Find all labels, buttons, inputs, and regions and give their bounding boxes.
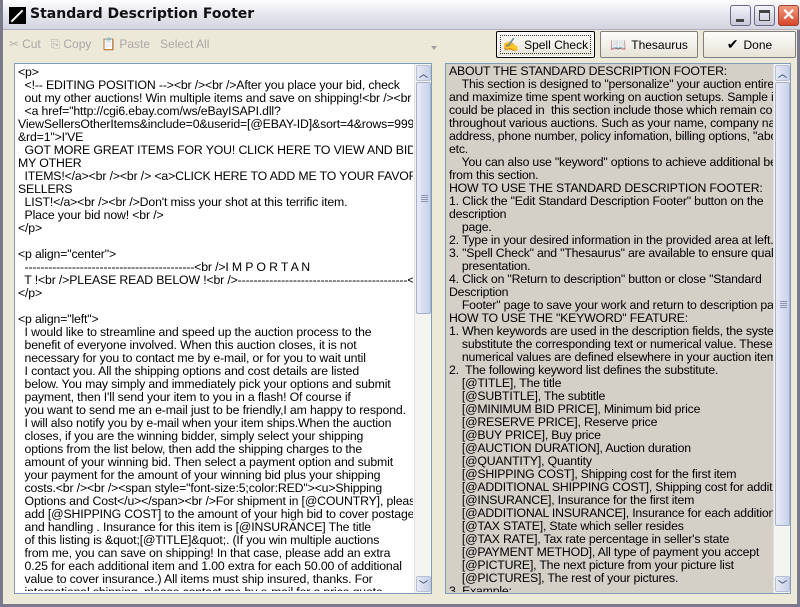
editor-scrollbar[interactable]: ︿ ﹀ <box>414 64 431 593</box>
cut-label: Cut <box>22 37 41 51</box>
close-button[interactable]: ✕ <box>778 5 799 26</box>
chevron-down-icon: ﹀ <box>418 579 428 590</box>
app-icon <box>9 7 26 24</box>
thesaurus-label: Thesaurus <box>631 37 688 52</box>
chevron-up-icon: ︿ <box>777 68 787 79</box>
spell-check-button[interactable]: ✍ Spell Check <box>496 31 595 58</box>
copy-button[interactable]: ⎘ Copy <box>51 37 92 52</box>
scroll-thumb[interactable] <box>775 82 790 526</box>
close-icon: ✕ <box>782 7 796 24</box>
cut-button[interactable]: ✂ Cut <box>9 37 41 51</box>
select-all-button[interactable]: Select All <box>160 37 209 51</box>
dialog-window: Standard Description Footer ✕ ✂ Cut ⎘ Co… <box>0 0 800 607</box>
edit-toolbar: ✂ Cut ⎘ Copy 📋 Paste Select All <box>9 33 219 55</box>
spell-check-label: Spell Check <box>524 37 589 52</box>
help-scrollbar[interactable]: ︿ ﹀ <box>773 64 790 593</box>
paste-icon: 📋 <box>101 37 117 51</box>
scroll-up-button[interactable]: ︿ <box>416 65 431 81</box>
window-title: Standard Description Footer <box>30 6 255 22</box>
chevron-up-icon: ︿ <box>418 68 428 79</box>
help-panel: ABOUT THE STANDARD DESCRIPTION FOOTER: T… <box>445 63 791 594</box>
scroll-down-button[interactable]: ﹀ <box>775 576 790 592</box>
minimize-icon <box>736 19 744 22</box>
select-all-label: Select All <box>160 37 210 51</box>
minimize-button[interactable] <box>730 5 751 26</box>
copy-icon: ⎘ <box>50 36 61 51</box>
scroll-up-button[interactable]: ︿ <box>775 65 790 81</box>
spell-check-icon: ✍ <box>502 36 520 52</box>
book-icon: 📖 <box>610 36 627 52</box>
scroll-thumb[interactable] <box>416 82 431 314</box>
done-label: Done <box>743 37 773 52</box>
done-button[interactable]: ✔ Done <box>703 31 796 58</box>
maximize-button[interactable] <box>754 5 775 26</box>
footer-html-textarea[interactable]: <p> <!-- EDITING POSITION --><br /><br /… <box>18 66 413 591</box>
grip-icon <box>780 300 787 308</box>
scissors-icon: ✂ <box>9 37 20 51</box>
help-text: ABOUT THE STANDARD DESCRIPTION FOOTER: T… <box>449 65 774 592</box>
thesaurus-button[interactable]: 📖 Thesaurus <box>600 31 698 58</box>
scroll-down-button[interactable]: ﹀ <box>416 576 431 592</box>
checkmark-icon: ✔ <box>726 36 739 52</box>
copy-label: Copy <box>63 37 92 51</box>
paste-label: Paste <box>119 37 151 51</box>
maximize-icon <box>759 10 770 21</box>
chevron-down-icon: ﹀ <box>777 579 787 590</box>
footer-editor[interactable]: <p> <!-- EDITING POSITION --><br /><br /… <box>14 63 432 594</box>
grip-icon <box>421 194 428 202</box>
splitter-arrow-icon[interactable] <box>431 46 437 50</box>
title-bar[interactable]: Standard Description Footer ✕ <box>3 0 800 30</box>
paste-button[interactable]: 📋 Paste <box>101 37 150 51</box>
